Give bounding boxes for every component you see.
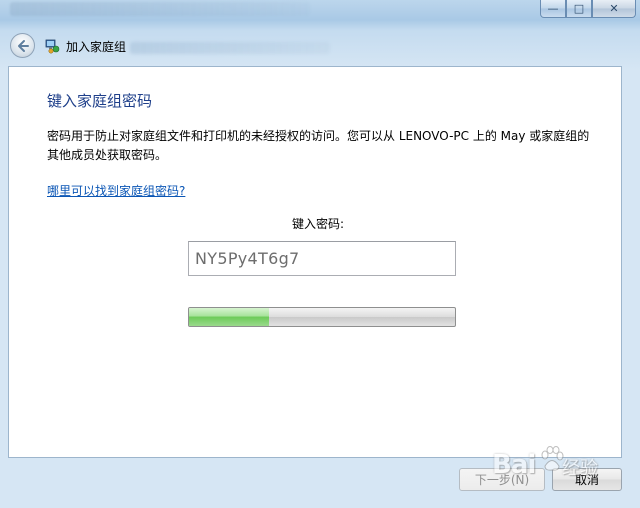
maximize-icon: □ [573,2,585,15]
blurred-breadcrumb [130,42,330,54]
navigation-bar: 加入家庭组 [0,28,640,64]
minimize-button[interactable]: — [540,0,566,18]
back-button[interactable] [10,33,35,58]
minimize-icon: — [547,2,559,15]
description-text: 密码用于防止对家庭组文件和打印机的未经授权的访问。您可以从 LENOVO-PC … [47,129,590,162]
page-heading: 键入家庭组密码 [47,92,153,110]
button-bar: 下一步(N) 取消 [0,458,640,508]
progress-bar-fill [189,308,269,326]
password-input[interactable] [188,241,456,276]
maximize-button[interactable]: □ [566,0,592,18]
password-help-link[interactable]: 哪里可以找到家庭组密码? [47,182,185,199]
window-title: 加入家庭组 [66,40,127,54]
password-label: 键入密码: [292,217,345,231]
main-panel: 键入家庭组密码 密码用于防止对家庭组文件和打印机的未经授权的访问。您可以从 LE… [8,66,622,458]
title-bar[interactable]: — □ ✕ [0,0,640,22]
next-button[interactable]: 下一步(N) [459,468,545,491]
close-icon: ✕ [609,2,619,15]
blurred-title-text [10,2,310,16]
cancel-button[interactable]: 取消 [552,468,622,491]
close-button[interactable]: ✕ [592,0,636,18]
caption-buttons: — □ ✕ [540,0,636,20]
homegroup-icon [45,39,60,54]
progress-bar [188,307,456,327]
homegroup-window: — □ ✕ 加入家庭组 键入家庭组密码 密码用于防止对家庭组文件和打印机的未经授… [0,0,640,508]
back-arrow-icon [17,39,29,52]
